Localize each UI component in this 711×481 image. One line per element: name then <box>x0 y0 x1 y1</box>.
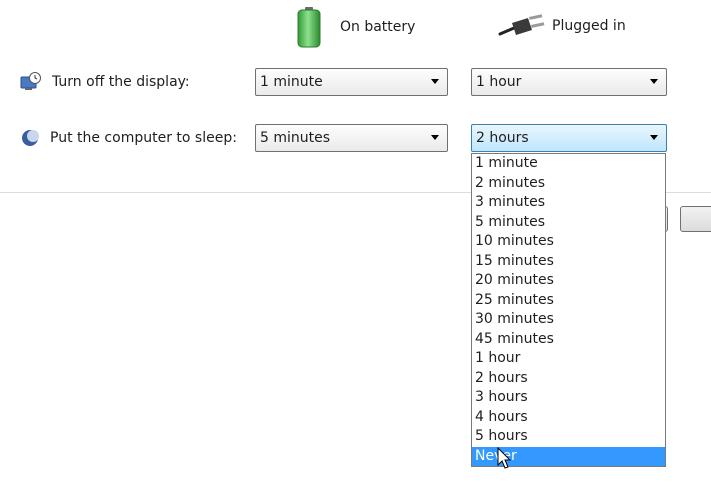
sleep-plugged-value: 2 hours <box>476 130 529 146</box>
power-plug-icon <box>498 14 545 36</box>
display-plugged-value: 1 hour <box>476 74 522 90</box>
cancel-button[interactable] <box>680 206 711 232</box>
dropdown-option[interactable]: 15 minutes <box>472 252 665 272</box>
dropdown-option[interactable]: 3 hours <box>472 388 665 408</box>
chevron-down-icon <box>431 135 439 140</box>
battery-column-header: On battery <box>296 6 415 48</box>
display-battery-value: 1 minute <box>260 74 323 90</box>
dropdown-option[interactable]: 4 hours <box>472 408 665 428</box>
dropdown-option[interactable]: 2 minutes <box>472 174 665 194</box>
sleep-plugged-select[interactable]: 2 hours <box>471 124 667 152</box>
sleep-plugged-dropdown-list[interactable]: 1 minute 2 minutes 3 minutes 5 minutes 10 mi… <box>471 153 666 467</box>
dropdown-option[interactable]: 45 minutes <box>472 330 665 350</box>
battery-icon <box>297 7 321 48</box>
sleep-label: Put the computer to sleep: <box>50 130 237 146</box>
dropdown-option[interactable]: 25 minutes <box>472 291 665 311</box>
chevron-down-icon <box>650 79 658 84</box>
mouse-cursor-icon <box>497 447 512 469</box>
display-battery-select[interactable]: 1 minute <box>255 68 448 96</box>
dropdown-option[interactable]: 2 hours <box>472 369 665 389</box>
dropdown-option[interactable]: 30 minutes <box>472 310 665 330</box>
chevron-down-icon <box>431 79 439 84</box>
plugged-column-label: Plugged in <box>552 18 626 34</box>
moon-sleep-icon <box>22 130 39 146</box>
chevron-down-icon <box>650 135 658 140</box>
dropdown-option[interactable]: 1 hour <box>472 349 665 369</box>
display-setting-row: Turn off the display: <box>20 72 190 92</box>
display-label: Turn off the display: <box>52 74 190 90</box>
dropdown-option[interactable]: 3 minutes <box>472 193 665 213</box>
display-plugged-select[interactable]: 1 hour <box>471 68 667 96</box>
sleep-battery-value: 5 minutes <box>260 130 331 146</box>
dropdown-option[interactable]: 1 minute <box>472 154 665 174</box>
sleep-battery-select[interactable]: 5 minutes <box>255 124 448 152</box>
dropdown-option[interactable]: 5 minutes <box>472 213 665 233</box>
monitor-clock-icon <box>20 72 41 90</box>
dropdown-option[interactable]: 5 hours <box>472 427 665 447</box>
sleep-setting-row: Put the computer to sleep: <box>20 128 237 148</box>
dropdown-option[interactable]: 10 minutes <box>472 232 665 252</box>
dropdown-option[interactable]: 20 minutes <box>472 271 665 291</box>
plugged-column-header: Plugged in <box>498 14 626 38</box>
battery-column-label: On battery <box>340 19 416 35</box>
